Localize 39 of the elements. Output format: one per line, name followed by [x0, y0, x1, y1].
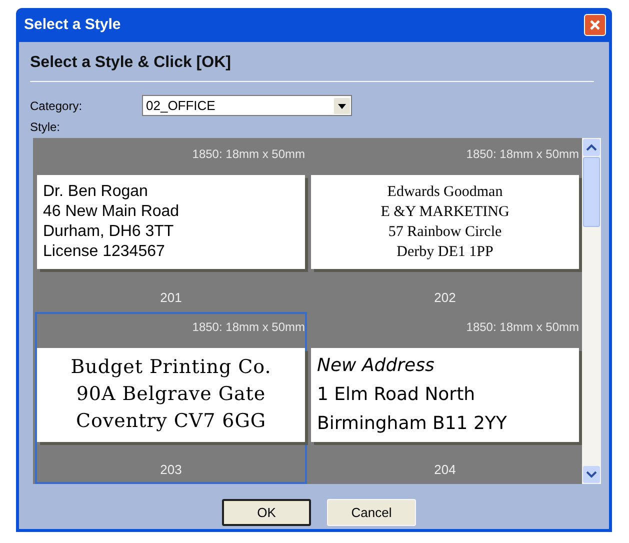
dialog-heading: Select a Style & Click [OK]	[30, 53, 232, 73]
size-label: 1850: 18mm x 50mm	[192, 318, 305, 336]
address-line: Coventry CV7 6GG	[74, 409, 268, 434]
address-line: E &Y MARKETING	[380, 203, 510, 222]
style-tile[interactable]: 1850: 18mm x 50mm Budget Printing Co. 90A Belgrave Gate Coventry CV7 6GG 203	[35, 312, 307, 484]
address-line: 90A Belgrave Gate	[75, 382, 267, 407]
address-line: Derby DE1 1PP	[396, 243, 494, 262]
address-line: New Address	[317, 354, 436, 378]
address-line: 57 Rainbow Circle	[387, 223, 503, 242]
category-dropdown[interactable]: 02_OFFICE	[142, 95, 352, 116]
scroll-thumb[interactable]	[583, 157, 600, 227]
ok-button[interactable]: OK	[222, 499, 311, 526]
style-tile[interactable]: 1850: 18mm x 50mm New Address 1 Elm Road North Birmingham B11 2YY 204	[309, 312, 581, 484]
cancel-button[interactable]: Cancel	[327, 499, 416, 526]
scroll-down-icon	[582, 465, 601, 484]
address-line: Budget Printing Co.	[70, 355, 272, 380]
scrollbar[interactable]	[582, 138, 601, 484]
size-label: 1850: 18mm x 50mm	[466, 146, 579, 163]
address-line: License 1234567	[43, 242, 166, 262]
address-line: Durham, DH6 3TT	[43, 222, 175, 242]
style-number: 202	[434, 288, 456, 306]
close-icon	[589, 19, 601, 31]
window-title: Select a Style	[24, 14, 121, 35]
size-label: 1850: 18mm x 50mm	[466, 318, 579, 336]
address-line: Dr. Ben Rogan	[43, 182, 149, 202]
style-tile[interactable]: 1850: 18mm x 50mm Edwards Goodman E &Y MARKETING 57 Rainbow Circle Derby DE1 1PP 202	[309, 139, 581, 311]
style-tile[interactable]: 1850: 18mm x 50mm Dr. Ben Rogan 46 New Main Road Durham, DH6 3TT License 1234567 201	[35, 139, 307, 311]
address-line: 46 New Main Road	[43, 202, 180, 222]
address-line: 1 Elm Road North	[317, 383, 476, 407]
style-number: 203	[160, 461, 182, 479]
address-line: Birmingham B11 2YY	[317, 412, 508, 436]
scroll-up-icon	[582, 138, 601, 157]
style-number: 201	[160, 288, 182, 306]
style-number: 204	[434, 461, 456, 479]
style-label: Style:	[30, 119, 62, 136]
close-button[interactable]	[584, 14, 606, 36]
size-label: 1850: 18mm x 50mm	[192, 146, 305, 163]
category-label: Category:	[30, 98, 84, 114]
address-line: Edwards Goodman	[386, 183, 504, 202]
